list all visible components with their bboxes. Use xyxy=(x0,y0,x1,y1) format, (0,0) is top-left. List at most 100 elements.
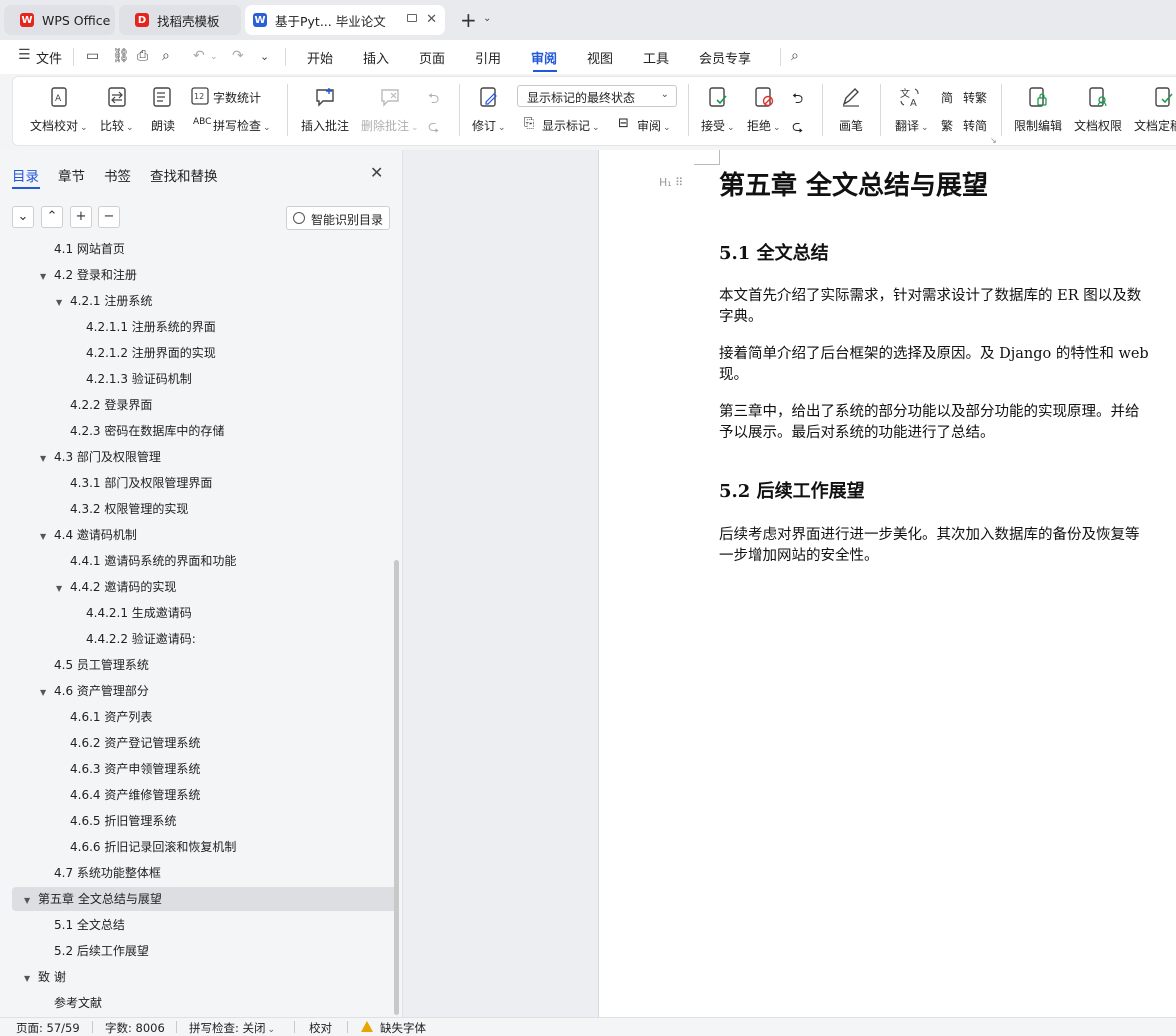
insert-comment-button[interactable]: 插入批注 xyxy=(301,117,349,134)
hamburger-menu-icon[interactable]: ☰ xyxy=(18,47,31,63)
doc-proofread-icon[interactable]: A xyxy=(48,86,70,108)
menu-review[interactable]: 审阅 xyxy=(531,48,557,67)
spell-check-status[interactable]: 拼写检查: 关闭 ⌄ xyxy=(189,1020,275,1036)
doc-finalize-icon[interactable] xyxy=(1153,86,1175,108)
previous-comment-icon[interactable]: ⮌ xyxy=(428,88,439,112)
toc-item[interactable]: 4.4.2.2 验证邀请码: xyxy=(72,627,196,651)
toc-item[interactable]: 参考文献 xyxy=(40,991,102,1015)
word-count-indicator[interactable]: 字数: 8006 xyxy=(105,1020,165,1036)
doc-finalize-button[interactable]: 文档定稿 xyxy=(1134,117,1176,134)
compare-button[interactable]: 比较 ⌄ xyxy=(100,117,134,134)
to-traditional-button[interactable]: 转繁 xyxy=(963,89,987,106)
delete-comment-icon[interactable] xyxy=(379,86,401,108)
menu-insert[interactable]: 插入 xyxy=(363,48,389,67)
next-change-icon[interactable]: ⮎ xyxy=(792,116,803,140)
ink-button[interactable]: 画笔 xyxy=(839,117,863,134)
toc-item[interactable]: ▼ 4.3 部门及权限管理 xyxy=(40,445,161,469)
print-icon[interactable]: ⎙ xyxy=(137,48,148,64)
menu-view[interactable]: 视图 xyxy=(587,48,613,67)
nav-tab-toc[interactable]: 目录 xyxy=(12,165,39,185)
toc-item[interactable]: 4.6.3 资产申领管理系统 xyxy=(56,757,200,781)
to-simplified-button[interactable]: 转简 xyxy=(963,117,987,134)
toc-item[interactable]: 4.2.2 登录界面 xyxy=(56,393,152,417)
smart-toc-button[interactable]: 智能识别目录 xyxy=(286,206,390,230)
close-tab-icon[interactable]: ✕ xyxy=(426,12,437,27)
menu-member[interactable]: 会员专享 xyxy=(699,48,751,67)
expand-triangle-icon[interactable]: ▼ xyxy=(40,681,54,705)
toc-item[interactable]: ▼ 第五章 全文总结与展望 xyxy=(12,887,398,911)
toc-item[interactable]: ▼ 4.4.2 邀请码的实现 xyxy=(56,575,176,599)
paragraph-1[interactable]: 本文首先介绍了实际需求，针对需求设计了数据库的 ER 图以及数 字典。 xyxy=(719,286,1176,328)
popout-window-icon[interactable] xyxy=(407,14,417,22)
missing-font-status[interactable]: 缺失字体 xyxy=(380,1020,426,1036)
toc-item[interactable]: 4.2.1.2 注册界面的实现 xyxy=(72,341,216,365)
expand-triangle-icon[interactable]: ▼ xyxy=(24,967,38,991)
quick-access-more-icon[interactable]: ⌄ xyxy=(260,50,269,63)
paragraph-4[interactable]: 后续考虑对界面进行进一步美化。其次加入数据库的备份及恢复等 一步增加网站的安全性… xyxy=(719,525,1176,567)
tab-wps-office[interactable]: W WPS Office xyxy=(4,5,115,35)
chevron-down-icon[interactable]: ⌄ xyxy=(483,13,491,24)
reject-button[interactable]: 拒绝 ⌄ xyxy=(747,117,781,134)
toc-item[interactable]: 4.6.6 折旧记录回滚和恢复机制 xyxy=(56,835,236,859)
paragraph-2[interactable]: 接着简单介绍了后台框架的选择及原因。及 Django 的特性和 web 现。 xyxy=(719,344,1176,386)
restrict-edit-icon[interactable] xyxy=(1027,86,1049,108)
ink-pen-icon[interactable] xyxy=(840,86,862,108)
proofread-status[interactable]: 校对 xyxy=(309,1020,332,1036)
toc-item[interactable]: 4.3.1 部门及权限管理界面 xyxy=(56,471,212,495)
expand-triangle-icon[interactable]: ▼ xyxy=(56,577,70,601)
toc-item[interactable]: 4.2.1.1 注册系统的界面 xyxy=(72,315,216,339)
toc-item[interactable]: 4.5 员工管理系统 xyxy=(40,653,149,677)
nav-tab-find-replace[interactable]: 查找和替换 xyxy=(150,165,218,185)
toc-item[interactable]: 4.4.1 邀请码系统的界面和功能 xyxy=(56,549,236,573)
undo-dropdown-icon[interactable]: ⌄ xyxy=(210,52,218,62)
toc-item[interactable]: 4.6.2 资产登记管理系统 xyxy=(56,731,200,755)
toc-item[interactable]: 4.4.2.1 生成邀请码 xyxy=(72,601,192,625)
undo-icon[interactable]: ↶ xyxy=(193,48,205,64)
document-canvas[interactable]: H₁ ⠿ 第五章 全文总结与展望 5.1 全文总结 本文首先介绍了实际需求，针对… xyxy=(403,150,1176,1017)
translate-icon[interactable]: 文A xyxy=(899,86,921,108)
previous-change-icon[interactable]: ⮌ xyxy=(792,88,803,112)
heading-drag-handle-icon[interactable]: H₁ ⠿ xyxy=(659,176,683,189)
review-pane-button[interactable]: 审阅 ⌄ xyxy=(637,117,671,134)
read-aloud-button[interactable]: 朗读 xyxy=(151,117,175,134)
translate-button[interactable]: 翻译 ⌄ xyxy=(895,117,929,134)
toc-item[interactable]: ▼ 4.4 邀请码机制 xyxy=(40,523,137,547)
accept-button[interactable]: 接受 ⌄ xyxy=(701,117,735,134)
new-tab-plus-icon[interactable]: + xyxy=(460,8,477,32)
delete-comment-button[interactable]: 删除批注 ⌄ xyxy=(361,117,419,134)
spell-check-button[interactable]: 拼写检查 ⌄ xyxy=(213,117,271,134)
toc-item[interactable]: 5.2 后续工作展望 xyxy=(40,939,149,963)
doc-permission-button[interactable]: 文档权限 xyxy=(1074,117,1122,134)
menu-page[interactable]: 页面 xyxy=(419,48,445,67)
paragraph-3[interactable]: 第三章中，给出了系统的部分功能以及部分功能的实现原理。并给 予以展示。最后对系统… xyxy=(719,402,1176,444)
toc-item[interactable]: ▼ 4.2.1 注册系统 xyxy=(56,289,152,313)
insert-comment-icon[interactable] xyxy=(314,86,336,108)
menu-home[interactable]: 开始 xyxy=(307,48,333,67)
tab-docer-templates[interactable]: D 找稻壳模板 xyxy=(119,5,241,35)
toc-item[interactable]: ▼ 4.2 登录和注册 xyxy=(40,263,137,287)
toc-item[interactable]: ▼ 致 谢 xyxy=(24,965,66,989)
toc-item[interactable]: 4.2.3 密码在数据库中的存储 xyxy=(56,419,224,443)
page-indicator[interactable]: 页面: 57/59 xyxy=(16,1020,80,1036)
expand-triangle-icon[interactable]: ▼ xyxy=(24,889,38,913)
print-preview-icon[interactable]: ⌕ xyxy=(162,48,170,64)
markup-view-select[interactable]: 显示标记的最终状态 ⌄ xyxy=(517,85,677,107)
read-aloud-icon[interactable] xyxy=(152,86,174,108)
toc-item[interactable]: 4.1 网站首页 xyxy=(40,240,125,261)
menu-tools[interactable]: 工具 xyxy=(643,48,669,67)
doc-proofread-button[interactable]: 文档校对 ⌄ xyxy=(30,117,88,134)
toc-item[interactable]: 4.6.5 折旧管理系统 xyxy=(56,809,176,833)
close-pane-icon[interactable]: ✕ xyxy=(370,163,383,182)
expand-triangle-icon[interactable]: ▼ xyxy=(40,525,54,549)
remove-heading-minus-icon[interactable]: − xyxy=(98,206,120,228)
add-heading-plus-icon[interactable]: + xyxy=(70,206,92,228)
group-expand-icon[interactable]: ↘ xyxy=(990,136,997,145)
toc-item[interactable]: 4.6.1 资产列表 xyxy=(56,705,152,729)
redo-icon[interactable]: ↷ xyxy=(232,48,244,64)
chapter-heading[interactable]: 第五章 全文总结与展望 xyxy=(719,165,988,202)
section-heading-5-1[interactable]: 5.1 全文总结 xyxy=(719,239,829,265)
toc-item[interactable]: 4.2.1.3 验证码机制 xyxy=(72,367,192,391)
tab-thesis-document[interactable]: W 基于Pyt... 毕业论文 ✕ xyxy=(245,5,445,35)
search-icon[interactable]: ⌕ xyxy=(791,48,799,64)
restrict-edit-button[interactable]: 限制编辑 xyxy=(1014,117,1062,134)
